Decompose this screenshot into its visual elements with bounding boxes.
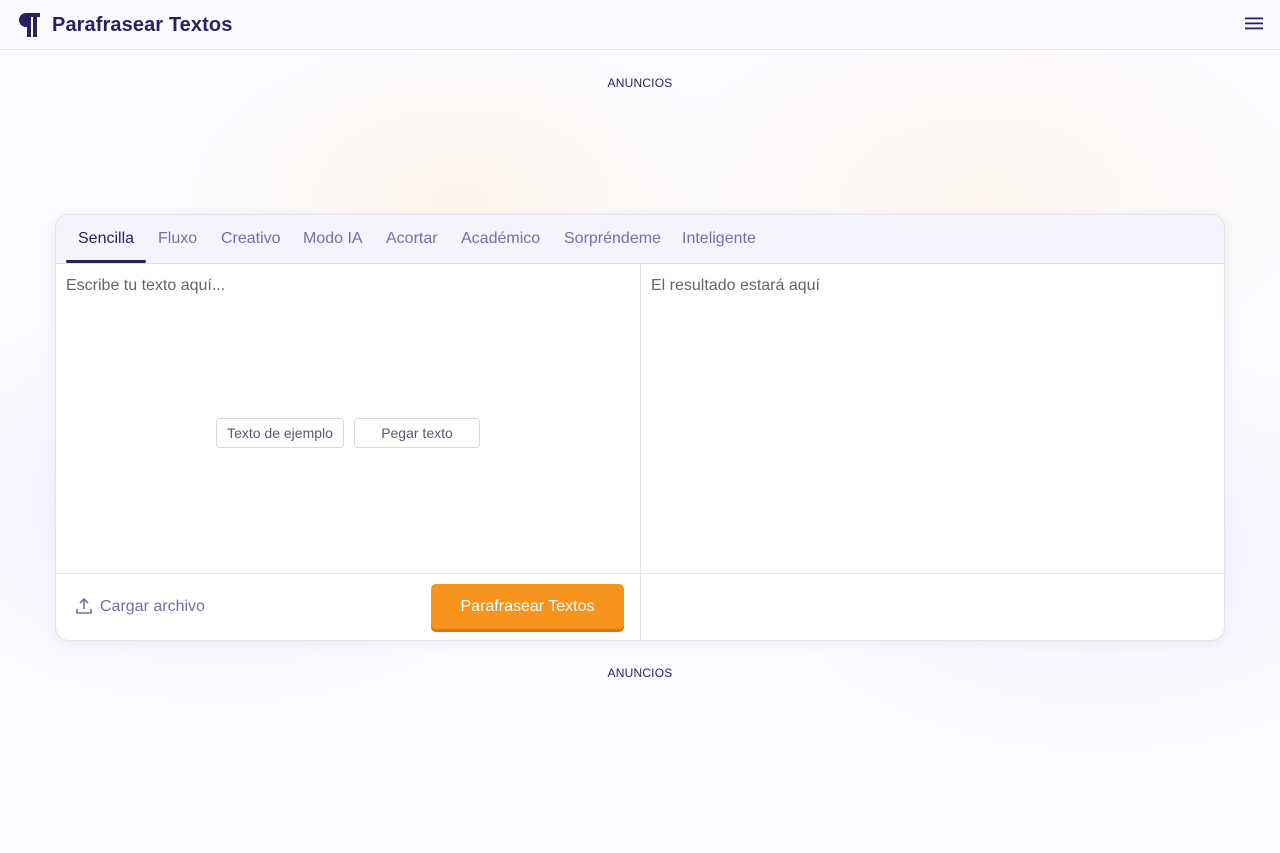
tab-inteligente[interactable]: Inteligente bbox=[682, 229, 756, 249]
footer-divider bbox=[56, 573, 1224, 574]
tab-fluxo[interactable]: Fluxo bbox=[158, 229, 197, 249]
mode-tabs: Sencilla Fluxo Creativo Modo IA Acortar … bbox=[56, 215, 1224, 264]
top-header: Parafrasear Textos bbox=[0, 0, 1280, 50]
tab-academico[interactable]: Académico bbox=[461, 229, 540, 249]
paraphrase-card: Sencilla Fluxo Creativo Modo IA Acortar … bbox=[55, 214, 1225, 641]
hamburger-menu-icon[interactable] bbox=[1244, 14, 1264, 34]
pilcrow-icon[interactable] bbox=[16, 12, 42, 38]
brand-name[interactable]: Parafrasear Textos bbox=[52, 13, 232, 37]
tab-modo-ia[interactable]: Modo IA bbox=[303, 229, 363, 249]
tab-acortar[interactable]: Acortar bbox=[386, 229, 438, 249]
tab-creativo[interactable]: Creativo bbox=[221, 229, 281, 249]
example-text-button[interactable]: Texto de ejemplo bbox=[216, 418, 344, 448]
input-textarea[interactable] bbox=[56, 264, 640, 573]
upload-icon bbox=[76, 597, 92, 614]
output-pane: El resultado estará aquí bbox=[641, 264, 1224, 573]
tab-sencilla[interactable]: Sencilla bbox=[78, 229, 134, 249]
ads-label-bottom: ANUNCIOS bbox=[607, 666, 673, 680]
paraphrase-submit-button[interactable]: Parafrasear Textos bbox=[431, 584, 624, 629]
paste-text-button[interactable]: Pegar texto bbox=[354, 418, 480, 448]
tab-sorprendeme[interactable]: Sorpréndeme bbox=[564, 229, 661, 249]
ads-label-top: ANUNCIOS bbox=[607, 76, 673, 90]
active-tab-indicator bbox=[66, 260, 146, 263]
output-placeholder: El resultado estará aquí bbox=[651, 277, 820, 294]
input-pane: Texto de ejemplo Pegar texto bbox=[56, 264, 640, 573]
upload-file-label: Cargar archivo bbox=[100, 598, 205, 615]
